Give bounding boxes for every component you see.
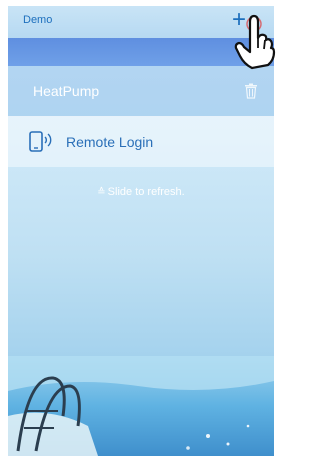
pool-background-image: [8, 356, 274, 456]
double-chevron-down-icon: ≙: [97, 187, 106, 198]
app-screen: Demo + HeatPump Remote Login ≙ Slide to r…: [8, 6, 274, 456]
remote-login-row[interactable]: Remote Login: [8, 117, 274, 167]
device-row-heatpump[interactable]: HeatPump: [8, 66, 274, 117]
hand-pointer-icon: [234, 14, 276, 70]
phone-wireless-icon: [29, 131, 52, 152]
device-name: HeatPump: [33, 83, 100, 99]
refresh-hint: ≙ Slide to refresh.: [8, 186, 274, 198]
remote-login-label: Remote Login: [66, 134, 154, 150]
page-title: Demo: [23, 14, 53, 26]
refresh-hint-text: Slide to refresh.: [107, 186, 185, 198]
trash-icon[interactable]: [244, 83, 258, 99]
